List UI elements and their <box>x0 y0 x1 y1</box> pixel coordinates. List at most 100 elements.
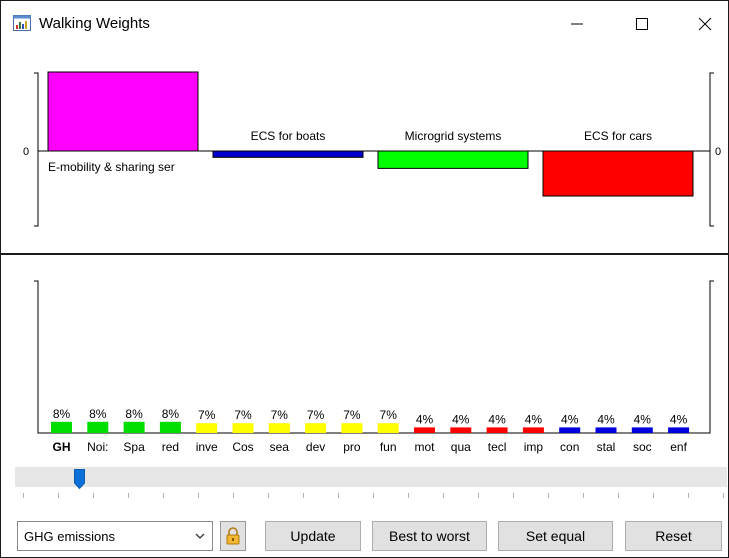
criterion-label[interactable]: imp <box>524 440 544 454</box>
criterion-label[interactable]: red <box>162 440 179 454</box>
update-button[interactable]: Update <box>265 521 361 551</box>
criterion-label[interactable]: pro <box>343 440 361 454</box>
weight-bar[interactable] <box>559 427 581 433</box>
weight-value-label: 8% <box>125 407 143 421</box>
criterion-label[interactable]: GH <box>53 440 71 454</box>
weight-bar[interactable] <box>305 423 327 433</box>
slider-tick <box>303 493 304 498</box>
weight-bar[interactable] <box>668 427 690 433</box>
chevron-down-icon <box>195 533 205 539</box>
set-equal-button[interactable]: Set equal <box>498 521 613 551</box>
weight-value-label: 7% <box>380 408 398 422</box>
slider-tick <box>443 493 444 498</box>
weight-bar[interactable] <box>87 421 109 433</box>
criterion-label[interactable]: mot <box>414 440 435 454</box>
criterion-label[interactable]: Noi: <box>87 440 108 454</box>
weight-value-label: 8% <box>162 407 180 421</box>
weight-bar[interactable] <box>595 427 617 433</box>
panel-divider <box>1 253 728 255</box>
window-title: Walking Weights <box>39 15 150 32</box>
walking-weights-window: Walking Weights 0 0 E-mobility & sharing… <box>0 0 729 558</box>
slider-tick <box>408 493 409 498</box>
weight-value-label: 8% <box>53 407 71 421</box>
weight-value-label: 4% <box>670 412 688 426</box>
slider-tick <box>338 493 339 498</box>
slider-tick <box>653 493 654 498</box>
slider-tick <box>723 493 724 498</box>
criterion-label[interactable]: con <box>560 440 579 454</box>
weight-value-label: 7% <box>271 408 289 422</box>
slider-tick <box>688 493 689 498</box>
criterion-label[interactable]: Cos <box>232 440 253 454</box>
weight-value-label: 4% <box>561 412 579 426</box>
weight-bar[interactable] <box>123 421 145 433</box>
criterion-label[interactable]: dev <box>306 440 325 454</box>
weight-value-label: 7% <box>307 408 325 422</box>
best-to-worst-button[interactable]: Best to worst <box>372 521 487 551</box>
weight-value-label: 7% <box>234 408 252 422</box>
criterion-label[interactable]: fun <box>380 440 397 454</box>
weight-value-label: 4% <box>525 412 543 426</box>
maximize-button[interactable] <box>619 9 665 39</box>
slider-tick <box>23 493 24 498</box>
weight-bar[interactable] <box>341 423 363 433</box>
criterion-label[interactable]: stal <box>597 440 616 454</box>
weight-value-label: 4% <box>634 412 652 426</box>
alternative-bar[interactable] <box>542 150 694 197</box>
weight-bar[interactable] <box>414 427 435 433</box>
alternative-label: ECS for boats <box>251 129 326 143</box>
minimize-button[interactable] <box>554 9 600 39</box>
criterion-select[interactable]: GHG emissions <box>17 521 213 551</box>
weight-value-label: 4% <box>416 412 434 426</box>
slider-tick <box>373 493 374 498</box>
slider-tick <box>618 493 619 498</box>
slider-tick <box>478 493 479 498</box>
axis-zero-right: 0 <box>715 146 721 158</box>
alternative-bar[interactable] <box>377 150 529 169</box>
weight-bar[interactable] <box>631 427 653 433</box>
slider-tick <box>58 493 59 498</box>
weight-bar[interactable] <box>377 423 399 433</box>
slider-tick <box>163 493 164 498</box>
criterion-label[interactable]: sea <box>270 440 290 454</box>
slider-tick <box>513 493 514 498</box>
weight-bar[interactable] <box>51 421 72 433</box>
close-button[interactable] <box>682 9 728 39</box>
criterion-label[interactable]: tecl <box>488 440 507 454</box>
weight-value-label: 4% <box>597 412 615 426</box>
criterion-label[interactable]: Spa <box>123 440 145 454</box>
padlock-icon <box>226 527 240 545</box>
criterion-label[interactable]: enf <box>670 440 687 454</box>
weight-bar[interactable] <box>196 423 218 433</box>
lock-button[interactable] <box>220 521 246 551</box>
slider-tick <box>128 493 129 498</box>
weight-bar[interactable] <box>159 421 181 433</box>
alternative-label: E-mobility & sharing ser <box>48 160 175 174</box>
criteria-weights-chart: 8% GH 8% Noi: 8% Spa 8% red 7% inve 7% Cos 7% sea 7% de… <box>34 280 714 454</box>
slider-tick <box>268 493 269 498</box>
weight-slider-track[interactable] <box>15 467 727 487</box>
criterion-label[interactable]: qua <box>451 440 471 454</box>
weight-bar[interactable] <box>486 427 508 433</box>
weight-bar[interactable] <box>268 423 290 433</box>
slider-tick <box>198 493 199 498</box>
minimize-icon <box>571 23 583 25</box>
weight-value-label: 4% <box>488 412 506 426</box>
alternative-bar[interactable] <box>212 150 364 158</box>
criterion-label[interactable]: inve <box>196 440 218 454</box>
weight-value-label: 7% <box>343 408 361 422</box>
weight-value-label: 7% <box>198 408 216 422</box>
weight-bar[interactable] <box>522 427 544 433</box>
weight-value-label: 4% <box>452 412 470 426</box>
reset-button[interactable]: Reset <box>625 521 722 551</box>
criterion-label[interactable]: soc <box>633 440 652 454</box>
weight-slider-thumb[interactable] <box>74 469 86 489</box>
title-bar: Walking Weights <box>1 1 728 47</box>
weight-bar[interactable] <box>232 423 254 433</box>
app-icon <box>13 15 31 31</box>
slider-tick <box>93 493 94 498</box>
alternative-bar[interactable] <box>47 71 199 152</box>
axis-zero-left: 0 <box>23 146 29 158</box>
alternatives-chart: 0 0 E-mobility & sharing ser ECS for boat… <box>23 71 721 227</box>
weight-bar[interactable] <box>450 427 472 433</box>
